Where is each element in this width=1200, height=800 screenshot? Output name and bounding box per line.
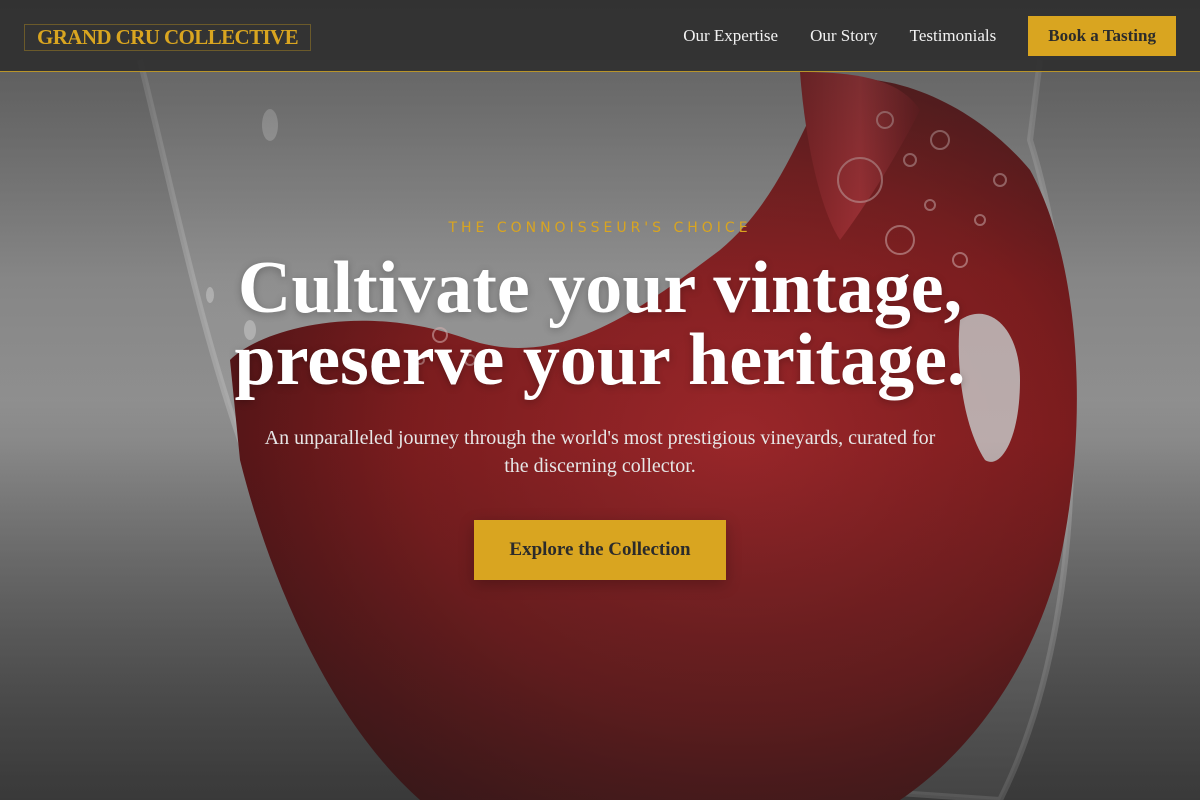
hero-headline-line-2: preserve your heritage. <box>234 319 966 401</box>
explore-collection-button[interactable]: Explore the Collection <box>474 520 726 580</box>
hero-section: THE CONNOISSEUR'S CHOICE Cultivate your … <box>0 0 1200 800</box>
hero-subtext: An unparalleled journey through the worl… <box>264 427 936 477</box>
hero-eyebrow: THE CONNOISSEUR'S CHOICE <box>448 220 752 236</box>
hero-headline: Cultivate your vintage, preserve your he… <box>100 251 1100 397</box>
hero-headline-line-1: Cultivate your vintage, <box>237 247 963 329</box>
landing-page: GRAND CRU COLLECTIVE Our Expertise Our S… <box>0 0 1200 800</box>
